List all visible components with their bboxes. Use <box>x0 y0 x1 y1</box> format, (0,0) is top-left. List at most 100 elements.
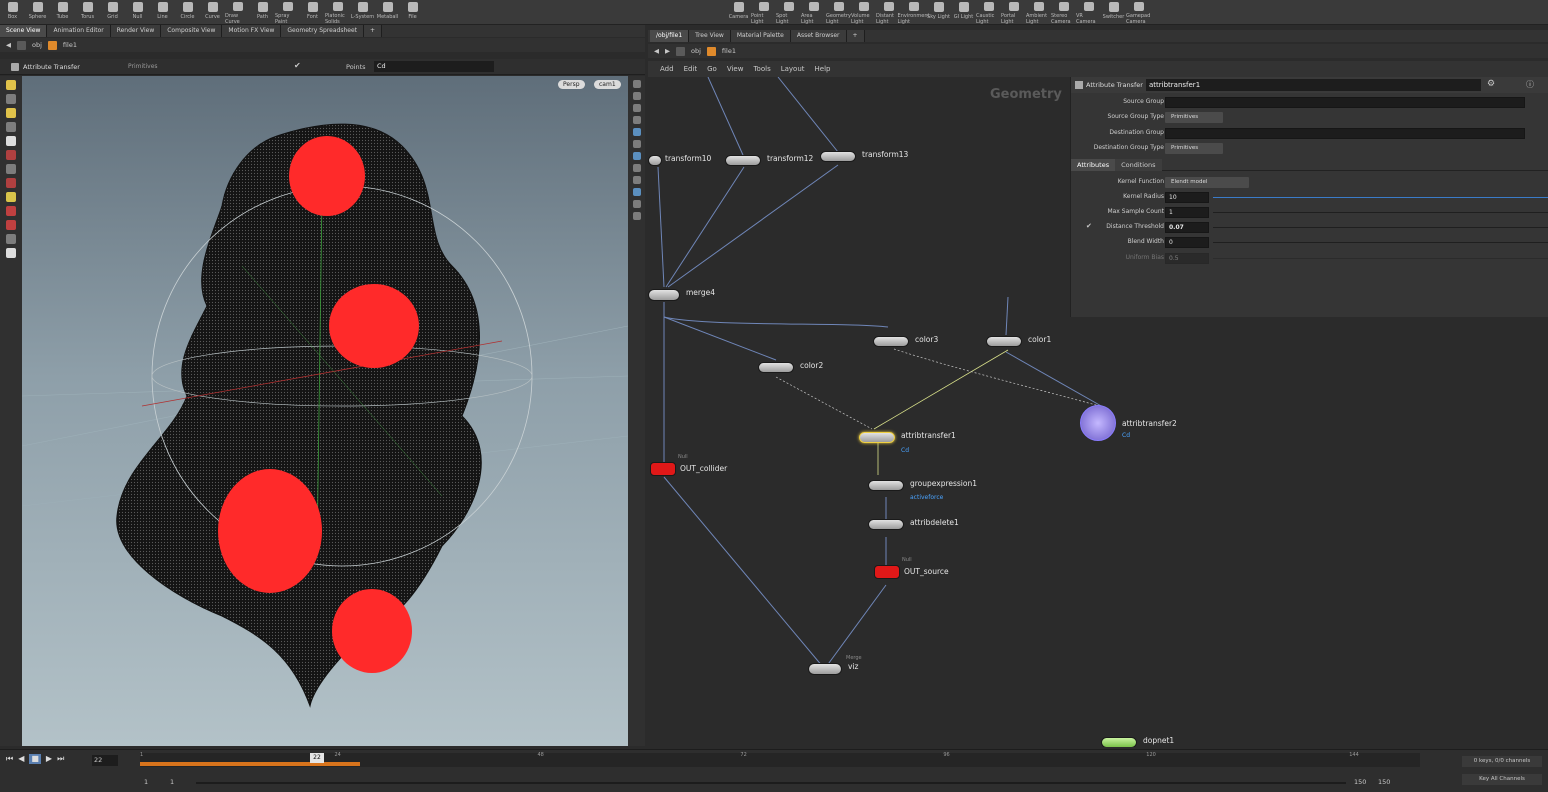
shelf-tool-spray-paint[interactable]: Spray Paint <box>275 0 300 25</box>
kernel-radius-slider[interactable] <box>1213 197 1548 198</box>
node-attribtransfer2[interactable]: attribtransfer2 Cd <box>1080 405 1177 441</box>
node-body[interactable] <box>648 155 662 166</box>
back-arrow-icon[interactable]: ◀ <box>6 41 11 49</box>
shelf-tool-file[interactable]: File <box>400 0 425 25</box>
display-option-icon[interactable] <box>632 200 641 208</box>
shelf-tool-curve[interactable]: Curve <box>200 0 225 25</box>
back-arrow-icon[interactable]: ◀ <box>654 47 659 55</box>
shelf-tool-vr-camera[interactable]: VR Camera <box>1076 0 1101 25</box>
rotate-icon[interactable] <box>6 108 16 118</box>
node-body[interactable] <box>758 362 794 373</box>
jump-start-icon[interactable]: ⏮ <box>6 754 13 764</box>
left-pane-tab[interactable]: Geometry Spreadsheet <box>281 25 364 37</box>
left-pane-tab[interactable]: Motion FX View <box>222 25 282 37</box>
shelf-tool-portal-light[interactable]: Portal Light <box>1001 0 1026 25</box>
shelf-tool-null[interactable]: Null <box>125 0 150 25</box>
range-start-field[interactable]: 1 <box>144 778 148 786</box>
kernel-radius-field[interactable]: 10 <box>1165 192 1209 203</box>
magnet-icon[interactable] <box>6 220 16 230</box>
network-menu-item[interactable]: Edit <box>684 65 698 73</box>
right-path-obj[interactable]: obj <box>691 47 701 55</box>
shelf-tool-font[interactable]: Font <box>300 0 325 25</box>
node-body[interactable] <box>808 663 842 675</box>
node-merge4[interactable]: merge4 <box>648 288 715 301</box>
pose-icon[interactable] <box>6 192 16 202</box>
node-groupexpression1[interactable]: groupexpression1 activeforce <box>868 479 977 501</box>
help-icon[interactable]: ⓘ <box>1526 79 1534 90</box>
shelf-tool-spot-light[interactable]: Spot Light <box>776 0 801 25</box>
node-body[interactable] <box>859 432 895 443</box>
node-color3[interactable]: color3 <box>873 335 938 347</box>
shelf-tool-geometry-light[interactable]: Geometry Light <box>826 0 851 25</box>
shelf-tool-sky-light[interactable]: Sky Light <box>926 0 951 25</box>
distance-threshold-field[interactable]: 0.07 <box>1165 222 1209 233</box>
node-body[interactable] <box>1101 737 1137 747</box>
shelf-tool-point-light[interactable]: Point Light <box>751 0 776 25</box>
kernel-function-menu[interactable]: Elendt model <box>1165 177 1249 188</box>
move-icon[interactable] <box>6 94 16 104</box>
node-color2[interactable]: color2 <box>758 361 823 373</box>
step-back-icon[interactable]: ◀ <box>18 754 24 764</box>
handle-icon[interactable] <box>6 150 16 160</box>
shelf-tool-tube[interactable]: Tube <box>50 0 75 25</box>
paint-icon[interactable] <box>6 164 16 174</box>
display-option-icon[interactable] <box>632 152 641 160</box>
add-tab-icon[interactable]: + <box>364 25 383 37</box>
shelf-tool-torus[interactable]: Torus <box>75 0 100 25</box>
node-body[interactable] <box>648 289 680 301</box>
display-option-icon[interactable] <box>632 92 641 100</box>
node-transform10[interactable]: transform10 <box>648 154 711 166</box>
network-menu-item[interactable]: Go <box>707 65 717 73</box>
right-path-file[interactable]: file1 <box>722 47 736 55</box>
gear-icon[interactable]: ⚙ <box>1487 79 1495 89</box>
points-attrib-field[interactable]: Cd <box>374 61 494 72</box>
shelf-tool-path[interactable]: Path <box>250 0 275 25</box>
range-end-field-2[interactable]: 150 <box>1378 778 1390 786</box>
display-option-icon[interactable] <box>632 116 641 124</box>
param-node-name[interactable]: attribtransfer1 <box>1146 79 1481 91</box>
left-pane-tab[interactable]: Scene View <box>0 25 48 37</box>
range-start-field-2[interactable]: 1 <box>170 778 174 786</box>
node-attribtransfer1[interactable]: attribtransfer1 Cd <box>859 431 956 454</box>
shelf-tool-lsystem[interactable]: L-System <box>350 0 375 25</box>
node-body[interactable] <box>986 336 1022 347</box>
add-tab-icon[interactable]: + <box>846 30 865 42</box>
network-menu-item[interactable]: Help <box>815 65 831 73</box>
source-group-field[interactable] <box>1165 97 1525 108</box>
left-path-file[interactable]: file1 <box>63 41 77 49</box>
node-attribdelete1[interactable]: attribdelete1 <box>868 518 959 530</box>
snap-icon[interactable] <box>6 206 16 216</box>
shelf-tool-sphere[interactable]: Sphere <box>25 0 50 25</box>
network-menu-item[interactable]: View <box>727 65 744 73</box>
right-pane-tab[interactable]: Material Palette <box>730 30 791 42</box>
param-tab[interactable]: Attributes <box>1071 159 1116 171</box>
shelf-tool-gi-light[interactable]: GI Light <box>951 0 976 25</box>
node-body[interactable] <box>874 565 900 579</box>
shelf-tool-line[interactable]: Line <box>150 0 175 25</box>
uniform-bias-field[interactable]: 0.5 <box>1165 253 1209 264</box>
shelf-tool-area-light[interactable]: Area Light <box>801 0 826 25</box>
max-sample-field[interactable]: 1 <box>1165 207 1209 218</box>
shelf-tool-stereo-camera[interactable]: Stereo Camera <box>1051 0 1076 25</box>
current-frame-field[interactable]: 22 <box>92 755 118 766</box>
shelf-tool-caustic-light[interactable]: Caustic Light <box>976 0 1001 25</box>
param-tab[interactable]: Conditions <box>1115 159 1162 171</box>
checkbox-icon[interactable]: ✔ <box>1086 222 1092 230</box>
display-option-icon[interactable] <box>632 212 641 220</box>
blend-width-slider[interactable] <box>1213 242 1548 243</box>
shelf-tool-circle[interactable]: Circle <box>175 0 200 25</box>
shelf-tool-draw-curve[interactable]: Draw Curve <box>225 0 250 25</box>
left-path-obj[interactable]: obj <box>32 41 42 49</box>
display-option-icon[interactable] <box>632 164 641 172</box>
node-body[interactable] <box>650 462 676 476</box>
forward-arrow-icon[interactable]: ▶ <box>665 47 670 55</box>
node-body[interactable] <box>868 519 904 530</box>
source-group-type-menu[interactable]: Primitives <box>1165 112 1223 123</box>
dest-group-type-menu[interactable]: Primitives <box>1165 143 1223 154</box>
key-all-channels-menu[interactable]: Key All Channels <box>1462 774 1542 785</box>
shelf-tool-grid[interactable]: Grid <box>100 0 125 25</box>
display-option-icon[interactable] <box>632 176 641 184</box>
jump-end-icon[interactable]: ⏭ <box>57 754 64 764</box>
max-sample-slider[interactable] <box>1213 212 1548 213</box>
display-option-icon[interactable] <box>632 128 641 136</box>
